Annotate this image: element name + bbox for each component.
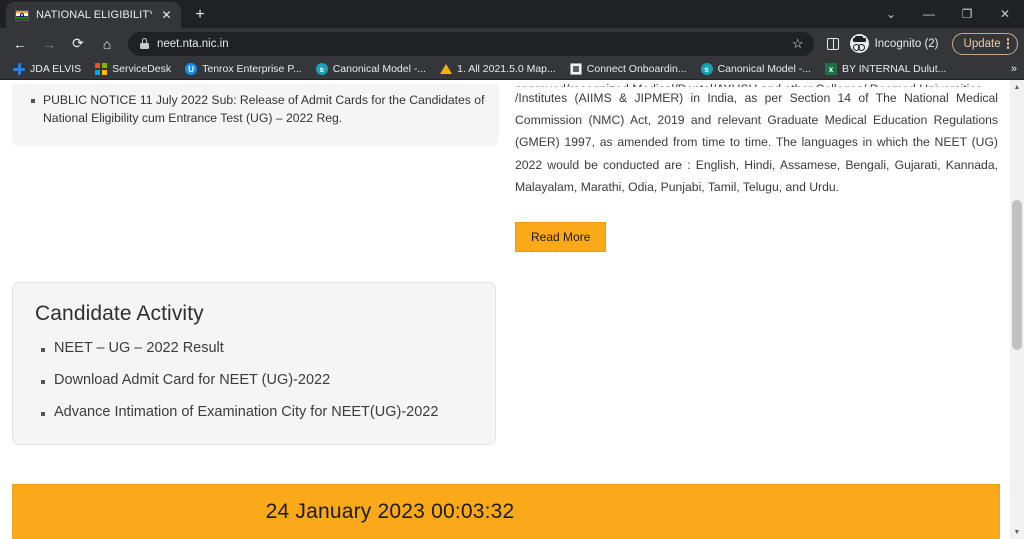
document-icon (569, 63, 582, 75)
google-drive-icon (440, 63, 453, 75)
close-window-icon[interactable]: ✕ (986, 0, 1024, 28)
bookmark-label: Connect Onboardin... (586, 63, 687, 75)
jda-icon (13, 63, 25, 75)
bookmark-label: ServiceDesk (112, 63, 172, 75)
right-column: approved/recognized Medical/Dental/AYUSH… (515, 80, 998, 253)
microsoft-icon (95, 63, 108, 75)
bookmark-star-icon[interactable]: ☆ (792, 36, 804, 52)
date-time-banner: 24 January 2023 00:03:32 (12, 484, 1000, 539)
page-scrollbar[interactable]: ▲ ▼ (1010, 80, 1024, 539)
list-item[interactable]: NEET – UG – 2022 Result (35, 340, 473, 356)
lock-icon (140, 38, 149, 49)
bookmark-by-internal-duluth[interactable]: BY INTERNAL Dulut... (818, 60, 953, 79)
bookmark-servicedesk[interactable]: ServiceDesk (88, 60, 178, 79)
list-item[interactable]: Download Admit Card for NEET (UG)-2022 (35, 372, 473, 388)
title-bar: NATIONAL ELIGIBILITY CUM ENTRANCE TEST (… (0, 0, 1024, 28)
close-tab-icon[interactable]: ✕ (159, 8, 174, 23)
read-more-button[interactable]: Read More (515, 222, 607, 253)
side-panel-icon[interactable] (820, 31, 846, 57)
bookmark-label: BY INTERNAL Dulut... (841, 63, 947, 75)
kebab-menu-icon[interactable] (1006, 38, 1009, 49)
candidate-activity-list: NEET – UG – 2022 Result Download Admit C… (35, 340, 473, 420)
tab-title: NATIONAL ELIGIBILITY CUM ENTRANCE TEST (… (36, 9, 152, 21)
candidate-activity-card: Candidate Activity NEET – UG – 2022 Resu… (12, 282, 496, 446)
bookmark-canonical-model-1[interactable]: Canonical Model -... (309, 60, 433, 79)
scrollbar-thumb[interactable] (1012, 200, 1022, 350)
scroll-up-icon[interactable]: ▲ (1010, 80, 1024, 94)
bookmark-tenrox[interactable]: Tenrox Enterprise P... (178, 60, 309, 79)
canonical-icon (315, 63, 328, 75)
minimize-icon[interactable]: — (910, 0, 948, 28)
update-button[interactable]: Update (951, 32, 1018, 55)
update-label: Update (963, 37, 1001, 50)
page-content: PUBLIC NOTICE 11 July 2022 Sub: Release … (0, 80, 1010, 539)
profile-incognito-button[interactable]: Incognito (2) (847, 32, 947, 56)
address-bar[interactable]: neet.nta.nic.in ☆ (128, 31, 814, 56)
forward-icon[interactable]: → (35, 30, 63, 58)
tab-strip: NATIONAL ELIGIBILITY CUM ENTRANCE TEST (… (0, 0, 214, 28)
tenrox-icon (185, 63, 198, 75)
profile-label: Incognito (2) (874, 37, 939, 50)
excel-icon (824, 63, 837, 75)
bookmark-label: Tenrox Enterprise P... (202, 63, 302, 75)
list-item[interactable]: Advance Intimation of Examination City f… (35, 404, 473, 420)
bookmark-label: JDA ELVIS (30, 63, 82, 75)
public-notice-list: PUBLIC NOTICE 11 July 2022 Sub: Release … (26, 92, 485, 127)
about-paragraph: approved/recognized Medical/Dental/AYUSH… (515, 80, 998, 198)
bookmark-label: Canonical Model -... (332, 63, 427, 75)
bookmark-connect-onboarding[interactable]: Connect Onboardin... (563, 60, 694, 79)
india-flag-favicon-icon (15, 9, 29, 21)
incognito-icon (849, 34, 869, 53)
browser-window: NATIONAL ELIGIBILITY CUM ENTRANCE TEST (… (0, 0, 1024, 539)
bookmark-jda-elvis[interactable]: JDA ELVIS (6, 60, 88, 79)
bookmark-label: Canonical Model -... (717, 63, 811, 75)
browser-tab[interactable]: NATIONAL ELIGIBILITY CUM ENTRANCE TEST (… (6, 2, 181, 28)
tab-search-icon[interactable]: ⌄ (872, 0, 910, 28)
home-icon[interactable]: ⌂ (93, 30, 121, 58)
date-time-text: 24 January 2023 00:03:32 (265, 500, 515, 523)
scroll-down-icon[interactable]: ▼ (1010, 525, 1024, 539)
bookmark-all-2021-map[interactable]: 1. All 2021.5.0 Map... (433, 60, 563, 79)
paragraph-clipped-line: approved/recognized Medical/Dental/AYUSH… (515, 80, 998, 87)
left-column: PUBLIC NOTICE 11 July 2022 Sub: Release … (12, 80, 499, 252)
reload-icon[interactable]: ⟳ (64, 30, 92, 58)
content-columns: PUBLIC NOTICE 11 July 2022 Sub: Release … (0, 80, 1010, 253)
back-icon[interactable]: ← (6, 30, 34, 58)
bookmarks-bar: JDA ELVIS ServiceDesk Tenrox Enterprise … (0, 59, 1024, 80)
bookmark-label: 1. All 2021.5.0 Map... (457, 63, 556, 75)
page-viewport: PUBLIC NOTICE 11 July 2022 Sub: Release … (0, 80, 1024, 539)
address-bar-url: neet.nta.nic.in (157, 37, 229, 50)
public-notice-card: PUBLIC NOTICE 11 July 2022 Sub: Release … (12, 84, 499, 146)
maximize-icon[interactable]: ❐ (948, 0, 986, 28)
window-controls: ⌄ — ❐ ✕ (872, 0, 1024, 28)
bookmarks-overflow-icon[interactable]: » (1011, 63, 1017, 75)
paragraph-text: /Institutes (AIIMS & JIPMER) in India, a… (515, 91, 998, 194)
browser-toolbar: ← → ⟳ ⌂ neet.nta.nic.in ☆ Incognito (2) … (0, 28, 1024, 59)
bookmark-canonical-model-2[interactable]: Canonical Model -... (694, 60, 818, 79)
new-tab-button[interactable]: + (186, 2, 214, 28)
candidate-activity-title: Candidate Activity (35, 302, 204, 326)
list-item[interactable]: PUBLIC NOTICE 11 July 2022 Sub: Release … (26, 92, 485, 127)
canonical-icon (700, 63, 713, 75)
